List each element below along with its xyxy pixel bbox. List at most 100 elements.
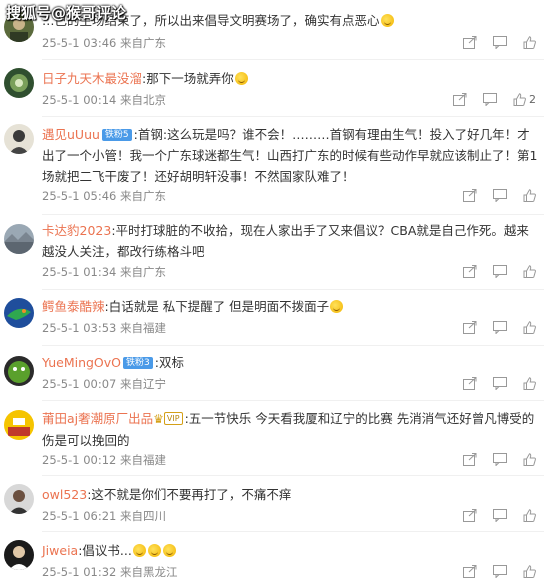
comment-location: 来自福建 bbox=[120, 453, 167, 467]
comment-location: 来自广东 bbox=[120, 189, 167, 203]
comment-actions bbox=[451, 563, 536, 579]
comment-text: 卡达豹2023:平时打球脏的不收拾，现在人家出手了又来倡议？CBA就是自己作死。… bbox=[42, 220, 538, 262]
username-link[interactable]: 遇见uUuu bbox=[42, 127, 100, 142]
comment-text: 遇见uUuu 铁粉5:首钢:这么玩是吗？谁不会！………首钢有理由生气！投入了好几年… bbox=[42, 124, 538, 187]
comment-body: :这不就是你们不要再打了，不痛不痒 bbox=[87, 487, 292, 502]
comment-icon[interactable] bbox=[493, 320, 508, 335]
comment-meta: 25-5-1 00:14 来自北京 bbox=[42, 92, 166, 108]
comment-meta: 25-5-1 01:32 来自黑龙江 bbox=[42, 564, 178, 580]
comment-date: 25-5-1 05:46 bbox=[42, 189, 117, 203]
comment-body: :白话就是 私下提醒了 但是明面不拨面子 bbox=[104, 299, 330, 314]
comment-text: 莆田aj奢潮原厂出品♛ VIP:五一节快乐 今天看我厦和辽宁的比赛 先消消气还好曾… bbox=[42, 408, 538, 451]
like-icon[interactable] bbox=[523, 264, 536, 278]
share-icon[interactable] bbox=[463, 376, 477, 390]
comment-meta: 25-5-1 01:34 来自广东 bbox=[42, 264, 166, 280]
share-icon[interactable] bbox=[463, 35, 477, 49]
avatar[interactable] bbox=[4, 224, 34, 254]
comment-date: 25-5-1 00:14 bbox=[42, 93, 117, 107]
comment-meta: 25-5-1 00:07 来自辽宁 bbox=[42, 376, 166, 392]
username-link[interactable]: 鳄鱼泰酷辣 bbox=[42, 299, 105, 314]
comment-icon[interactable] bbox=[493, 35, 508, 50]
username-link[interactable]: 日子九天木最没溜 bbox=[42, 71, 142, 86]
like-count: 2 bbox=[529, 92, 536, 106]
like-icon[interactable] bbox=[523, 508, 536, 522]
divider bbox=[42, 59, 544, 60]
comment-location: 来自广东 bbox=[120, 265, 167, 279]
comment-text: 鳄鱼泰酷辣:白话就是 私下提醒了 但是明面不拨面子 bbox=[42, 296, 538, 317]
comment-icon[interactable] bbox=[493, 188, 508, 203]
share-icon[interactable] bbox=[453, 92, 467, 106]
laugh-emoji-icon bbox=[162, 544, 176, 557]
comment-body: :那下一场就弄你 bbox=[142, 71, 234, 86]
username-link[interactable]: YueMingOvO bbox=[42, 355, 121, 370]
comment-actions: 2 bbox=[441, 91, 536, 107]
comment-location: 来自黑龙江 bbox=[120, 565, 178, 579]
comment-meta: 25-5-1 05:46 来自广东 bbox=[42, 188, 166, 204]
like-icon[interactable] bbox=[523, 188, 536, 202]
comment-meta: 25-5-1 00:12 来自福建 bbox=[42, 452, 166, 468]
username-link[interactable]: Jiweia bbox=[42, 543, 78, 558]
comment-actions bbox=[451, 451, 536, 467]
like-icon[interactable] bbox=[523, 376, 536, 390]
avatar[interactable] bbox=[4, 298, 34, 328]
divider bbox=[42, 116, 544, 117]
share-icon[interactable] bbox=[463, 452, 477, 466]
fan-badge: 铁粉5 bbox=[101, 129, 132, 141]
comment-actions bbox=[451, 187, 536, 203]
like-icon[interactable]: 2 bbox=[513, 92, 536, 106]
comment-meta: 25-5-1 03:53 来自福建 bbox=[42, 320, 166, 336]
username-link[interactable]: 莆田aj奢潮原厂出品 bbox=[42, 411, 153, 426]
vip-badge: VIP bbox=[163, 412, 183, 425]
comment-body: :平时打球脏的不收拾，现在人家出手了又来倡议？CBA就是自己作死。越来越没人关注… bbox=[42, 223, 529, 259]
laugh-emoji-icon bbox=[380, 14, 394, 27]
comment-icon[interactable] bbox=[493, 508, 508, 523]
avatar[interactable] bbox=[4, 410, 34, 440]
avatar[interactable] bbox=[4, 124, 34, 154]
fan-badge: 铁粉3 bbox=[123, 357, 153, 369]
avatar[interactable] bbox=[4, 484, 34, 514]
comment-location: 来自辽宁 bbox=[120, 377, 167, 391]
like-icon[interactable] bbox=[523, 564, 536, 578]
comment-icon[interactable] bbox=[493, 376, 508, 391]
share-icon[interactable] bbox=[463, 188, 477, 202]
comment-actions bbox=[451, 319, 536, 335]
like-icon[interactable] bbox=[523, 35, 536, 49]
comment-date: 25-5-1 03:46 bbox=[42, 36, 117, 50]
crown-icon: ♛ bbox=[153, 412, 164, 426]
smile-emoji-icon bbox=[234, 72, 248, 85]
comment-text: Jiweia:倡议书... bbox=[42, 540, 538, 561]
comment-icon[interactable] bbox=[493, 264, 508, 279]
comment-actions bbox=[451, 507, 536, 523]
comment-location: 来自广东 bbox=[120, 36, 167, 50]
avatar[interactable] bbox=[4, 68, 34, 98]
comment-icon[interactable] bbox=[493, 564, 508, 579]
username-link[interactable]: owl523 bbox=[42, 487, 87, 502]
divider bbox=[42, 531, 544, 532]
laugh-emoji-icon bbox=[132, 544, 146, 557]
comment-date: 25-5-1 01:34 bbox=[42, 265, 117, 279]
like-icon[interactable] bbox=[523, 320, 536, 334]
comment-actions bbox=[451, 34, 536, 50]
comment-location: 来自福建 bbox=[120, 321, 167, 335]
divider bbox=[42, 214, 544, 215]
like-icon[interactable] bbox=[523, 452, 536, 466]
avatar[interactable] bbox=[4, 540, 34, 570]
username-link[interactable]: 卡达豹2023 bbox=[42, 223, 111, 238]
share-icon[interactable] bbox=[463, 564, 477, 578]
comment-location: 来自北京 bbox=[120, 93, 167, 107]
comment-text: owl523:这不就是你们不要再打了，不痛不痒 bbox=[42, 484, 538, 505]
comment-text: 日子九天木最没溜:那下一场就弄你 bbox=[42, 68, 538, 89]
share-icon[interactable] bbox=[463, 320, 477, 334]
comment-icon[interactable] bbox=[483, 92, 498, 107]
laugh-emoji-icon bbox=[330, 300, 344, 313]
comment-date: 25-5-1 00:07 bbox=[42, 377, 117, 391]
share-icon[interactable] bbox=[463, 264, 477, 278]
comment-body: :倡议书... bbox=[78, 543, 132, 558]
avatar[interactable] bbox=[4, 356, 34, 386]
comment-icon[interactable] bbox=[493, 452, 508, 467]
share-icon[interactable] bbox=[463, 508, 477, 522]
laugh-emoji-icon bbox=[147, 544, 161, 557]
comment-text: YueMingOvO 铁粉3:双标 bbox=[42, 352, 538, 373]
comment-actions bbox=[451, 375, 536, 391]
comment-meta: 25-5-1 03:46 来自广东 bbox=[42, 35, 166, 51]
